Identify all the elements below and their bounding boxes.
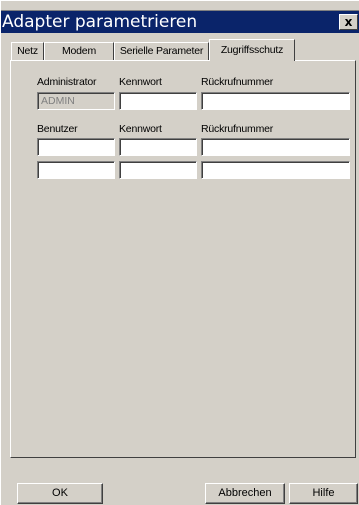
ok-button[interactable]: OK: [17, 483, 103, 504]
tab-modem[interactable]: Modem: [44, 42, 114, 60]
user-2-name-field[interactable]: [37, 161, 115, 179]
admin-user-field: ADMIN: [37, 92, 115, 110]
tab-netz[interactable]: Netz: [11, 42, 44, 60]
admin-column-header: Administrator: [37, 76, 97, 88]
title-bar[interactable]: Adapter parametrieren x: [1, 11, 359, 33]
user-column-header: Benutzer: [37, 123, 78, 135]
tab-panel-zugriffsschutz: Administrator Kennwort Rückrufnummer ADM…: [10, 60, 356, 458]
close-button[interactable]: x: [339, 14, 358, 30]
window-title: Adapter parametrieren: [2, 12, 198, 32]
tab-serielle-parameter[interactable]: Serielle Parameter: [114, 42, 209, 60]
help-button-label: Hilfe: [312, 487, 335, 499]
dialog-window: Adapter parametrieren x Netz Modem Serie…: [0, 0, 359, 505]
user-password-header: Kennwort: [119, 123, 162, 135]
tab-label: Netz: [17, 45, 38, 57]
help-button[interactable]: Hilfe: [289, 483, 358, 504]
admin-callback-field[interactable]: [201, 92, 350, 110]
close-icon: x: [344, 15, 353, 29]
user-1-callback-field[interactable]: [201, 138, 350, 156]
admin-callback-header: Rückrufnummer: [201, 76, 274, 88]
cancel-button-label: Abbrechen: [218, 487, 272, 499]
admin-password-field[interactable]: [119, 92, 197, 110]
user-2-callback-field[interactable]: [201, 161, 350, 179]
user-1-password-field[interactable]: [119, 138, 197, 156]
tab-zugriffsschutz[interactable]: Zugriffsschutz: [209, 39, 295, 61]
user-2-password-field[interactable]: [119, 161, 197, 179]
user-callback-header: Rückrufnummer: [201, 123, 274, 135]
tab-label: Modem: [61, 45, 96, 57]
tab-label: Zugriffsschutz: [220, 44, 284, 56]
cancel-button[interactable]: Abbrechen: [205, 483, 285, 504]
user-1-name-field[interactable]: [37, 138, 115, 156]
ok-button-label: OK: [52, 487, 68, 499]
tab-label: Serielle Parameter: [119, 45, 204, 57]
window-top-edge: [1, 1, 359, 11]
admin-password-header: Kennwort: [119, 76, 162, 88]
